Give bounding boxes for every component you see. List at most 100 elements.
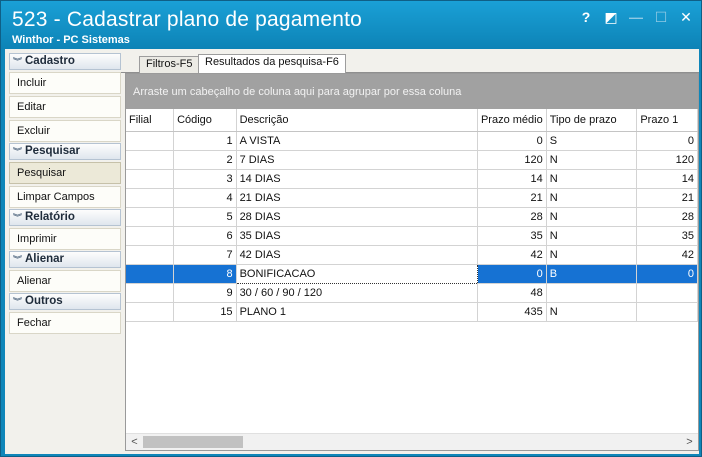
table-cell-prazo-medio[interactable]: 42 (477, 245, 547, 265)
sidebar-group-outros[interactable]: ︾ Outros (9, 293, 121, 310)
table-cell-prazo-medio[interactable]: 28 (477, 207, 547, 227)
table-cell-prazo-medio[interactable]: 14 (477, 169, 547, 189)
table-row[interactable]: 7 42 DIAS 42 N 42 (126, 245, 698, 265)
table-cell-prazo-medio[interactable]: 48 (477, 283, 547, 303)
table-cell-prazo-1[interactable]: 35 (636, 226, 698, 246)
table-cell-tipo-de-prazo[interactable]: N (546, 188, 638, 208)
tab-filtros[interactable]: Filtros-F5 (139, 56, 200, 73)
table-row[interactable]: 8 BONIFICACAO 0 B 0 (126, 263, 698, 284)
alienar-button[interactable]: Alienar (9, 270, 121, 292)
table-cell-filial[interactable] (126, 188, 175, 208)
column-header-descricao[interactable]: Descrição (236, 109, 478, 132)
fechar-button[interactable]: Fechar (9, 312, 121, 334)
table-cell-filial[interactable] (126, 264, 175, 284)
table-cell-codigo[interactable]: 7 (173, 245, 237, 265)
scroll-thumb[interactable] (143, 436, 243, 448)
pesquisar-button[interactable]: Pesquisar (9, 162, 121, 184)
table-row[interactable]: 9 30 / 60 / 90 / 120 48 (126, 283, 698, 303)
table-cell-tipo-de-prazo[interactable] (546, 283, 638, 303)
table-row[interactable]: 4 21 DIAS 21 N 21 (126, 188, 698, 208)
table-cell-prazo-1[interactable]: 0 (636, 264, 698, 284)
table-cell-codigo[interactable]: 15 (173, 302, 237, 322)
restore-icon[interactable]: ◩ (604, 9, 618, 25)
table-cell-prazo-medio[interactable]: 0 (477, 131, 547, 151)
title-bar[interactable]: 523 - Cadastrar plano de pagamento Winth… (1, 1, 701, 49)
table-row[interactable]: 1A VISTA 0 S 0 (126, 131, 698, 151)
incluir-button[interactable]: Incluir (9, 72, 121, 94)
limpar-campos-button[interactable]: Limpar Campos (9, 186, 121, 208)
tab-resultados[interactable]: Resultados da pesquisa-F6 (198, 54, 346, 74)
table-cell-filial[interactable] (126, 302, 175, 322)
table-row[interactable]: 3 14 DIAS 14 N 14 (126, 169, 698, 189)
editar-button[interactable]: Editar (9, 96, 121, 118)
table-cell-codigo[interactable]: 2 (173, 150, 237, 170)
table-cell-prazo-1[interactable] (636, 302, 698, 322)
column-header-tipo-de-prazo[interactable]: Tipo de prazo (546, 109, 638, 132)
table-cell-prazo-1[interactable]: 21 (636, 188, 698, 208)
sidebar-group-relatorio[interactable]: ︾ Relatório (9, 209, 121, 226)
group-by-area[interactable]: Arraste um cabeçalho de coluna aqui para… (126, 74, 698, 109)
table-cell-codigo[interactable]: 9 (173, 283, 237, 303)
table-cell-filial[interactable] (126, 131, 175, 151)
table-row[interactable]: 27 DIAS 120 N 120 (126, 150, 698, 170)
table-row[interactable]: 15 PLANO 1 435 N (126, 302, 698, 322)
table-cell-descricao[interactable]: 30 / 60 / 90 / 120 (236, 283, 478, 303)
table-cell-filial[interactable] (126, 150, 175, 170)
table-cell-prazo-1[interactable]: 28 (636, 207, 698, 227)
table-cell-filial[interactable] (126, 245, 175, 265)
table-cell-tipo-de-prazo[interactable]: N (546, 245, 638, 265)
maximize-icon[interactable]: ☐ (654, 9, 668, 25)
table-cell-prazo-medio[interactable]: 0 (477, 264, 547, 284)
table-cell-prazo-1[interactable]: 120 (636, 150, 698, 170)
table-cell-prazo-medio[interactable]: 120 (477, 150, 547, 170)
table-cell-prazo-medio[interactable]: 435 (477, 302, 547, 322)
table-cell-filial[interactable] (126, 226, 175, 246)
table-cell-filial[interactable] (126, 169, 175, 189)
table-cell-descricao[interactable]: BONIFICACAO (235, 263, 478, 284)
table-cell-descricao[interactable]: A VISTA (236, 131, 478, 151)
table-cell-descricao[interactable]: 21 DIAS (236, 188, 478, 208)
table-cell-prazo-medio[interactable]: 21 (477, 188, 547, 208)
table-cell-prazo-1[interactable]: 14 (636, 169, 698, 189)
table-cell-tipo-de-prazo[interactable]: N (546, 302, 638, 322)
table-cell-tipo-de-prazo[interactable]: N (546, 169, 638, 189)
table-cell-descricao[interactable]: 35 DIAS (236, 226, 478, 246)
table-cell-codigo[interactable]: 4 (173, 188, 237, 208)
horizontal-scrollbar[interactable]: < > (126, 433, 698, 450)
table-cell-tipo-de-prazo[interactable]: B (546, 264, 638, 284)
table-cell-codigo[interactable]: 5 (173, 207, 237, 227)
table-cell-descricao[interactable]: 7 DIAS (236, 150, 478, 170)
help-icon[interactable]: ? (579, 9, 593, 25)
table-cell-codigo[interactable]: 6 (173, 226, 237, 246)
table-cell-codigo[interactable]: 8 (173, 264, 237, 284)
excluir-button[interactable]: Excluir (9, 120, 121, 142)
close-icon[interactable]: ✕ (679, 9, 693, 25)
table-cell-descricao[interactable]: 28 DIAS (236, 207, 478, 227)
table-cell-prazo-1[interactable] (636, 283, 698, 303)
table-cell-filial[interactable] (126, 283, 175, 303)
table-cell-prazo-1[interactable]: 0 (636, 131, 698, 151)
imprimir-button[interactable]: Imprimir (9, 228, 121, 250)
sidebar-group-pesquisar[interactable]: ︾ Pesquisar (9, 143, 121, 160)
table-row[interactable]: 5 28 DIAS 28 N 28 (126, 207, 698, 227)
sidebar-group-alienar[interactable]: ︾ Alienar (9, 251, 121, 268)
table-cell-tipo-de-prazo[interactable]: N (546, 226, 638, 246)
sidebar-group-cadastro[interactable]: ︾ Cadastro (9, 53, 121, 70)
column-header-prazo-medio[interactable]: Prazo médio (477, 109, 547, 132)
table-cell-prazo-medio[interactable]: 35 (477, 226, 547, 246)
table-cell-prazo-1[interactable]: 42 (636, 245, 698, 265)
column-header-prazo-1[interactable]: Prazo 1 (636, 109, 698, 132)
minimize-icon[interactable]: — (629, 9, 643, 25)
table-cell-codigo[interactable]: 3 (173, 169, 237, 189)
table-cell-codigo[interactable]: 1 (173, 131, 237, 151)
table-cell-filial[interactable] (126, 207, 175, 227)
table-cell-descricao[interactable]: PLANO 1 (236, 302, 478, 322)
table-cell-tipo-de-prazo[interactable]: S (546, 131, 638, 151)
column-header-filial[interactable]: Filial (126, 109, 175, 132)
table-cell-tipo-de-prazo[interactable]: N (546, 150, 638, 170)
column-header-codigo[interactable]: Código (173, 109, 237, 132)
scroll-right-icon[interactable]: > (681, 434, 698, 450)
scroll-left-icon[interactable]: < (126, 434, 143, 450)
table-cell-descricao[interactable]: 42 DIAS (236, 245, 478, 265)
table-cell-tipo-de-prazo[interactable]: N (546, 207, 638, 227)
